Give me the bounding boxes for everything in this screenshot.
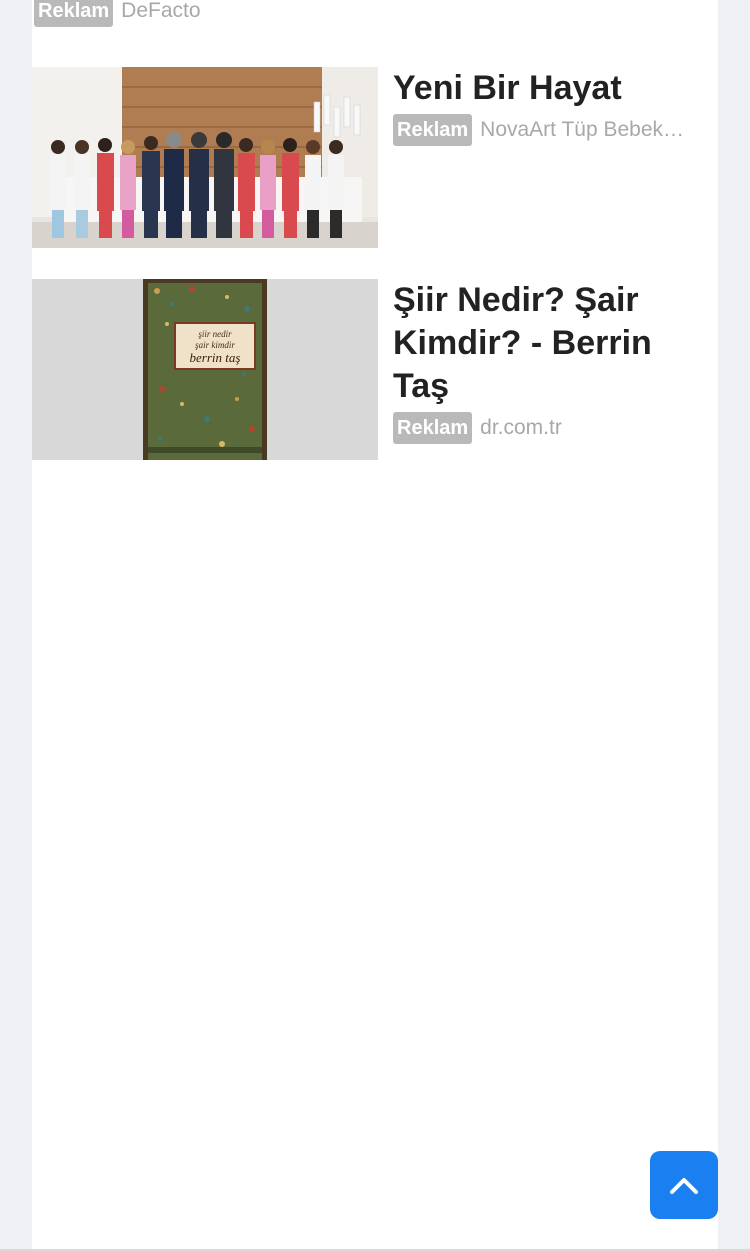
book-line-2: şair kimdir	[195, 340, 235, 350]
ad-title[interactable]: Şiir Nedir? Şair Kimdir? - Berrin Taş	[393, 279, 715, 408]
ad-badge: Reklam	[393, 114, 473, 146]
ad-badge: Reklam	[34, 0, 114, 27]
ad-source[interactable]: NovaArt Tüp Bebek…	[480, 118, 684, 142]
ad-meta-partial[interactable]: Reklam DeFacto	[34, 0, 201, 27]
ad-meta[interactable]: Reklam NovaArt Tüp Bebek…	[393, 114, 715, 146]
ad-card[interactable]: Yeni Bir Hayat Reklam NovaArt Tüp Bebek…	[32, 67, 718, 248]
ad-thumbnail-clinic-team[interactable]	[32, 67, 378, 248]
ad-source[interactable]: dr.com.tr	[480, 416, 562, 440]
book-line-1: şiir nedir	[198, 329, 232, 339]
ad-source[interactable]: DeFacto	[121, 0, 200, 23]
ad-meta[interactable]: Reklam dr.com.tr	[393, 412, 715, 444]
ad-badge: Reklam	[393, 412, 473, 444]
scroll-to-top-button[interactable]	[650, 1151, 718, 1219]
chevron-up-icon	[670, 1178, 698, 1194]
content-column: Reklam DeFacto Yeni Bir Hayat Reklam Nov…	[32, 0, 718, 1251]
ad-text: Şiir Nedir? Şair Kimdir? - Berrin Taş Re…	[393, 279, 715, 444]
book-line-3: berrin taş	[190, 350, 241, 365]
ad-thumbnail-book-cover[interactable]: şiir nedir şair kimdir berrin taş	[32, 279, 378, 460]
ad-title[interactable]: Yeni Bir Hayat	[393, 67, 715, 110]
ad-card[interactable]: şiir nedir şair kimdir berrin taş Şiir N…	[32, 279, 718, 460]
ad-text: Yeni Bir Hayat Reklam NovaArt Tüp Bebek…	[393, 67, 715, 146]
